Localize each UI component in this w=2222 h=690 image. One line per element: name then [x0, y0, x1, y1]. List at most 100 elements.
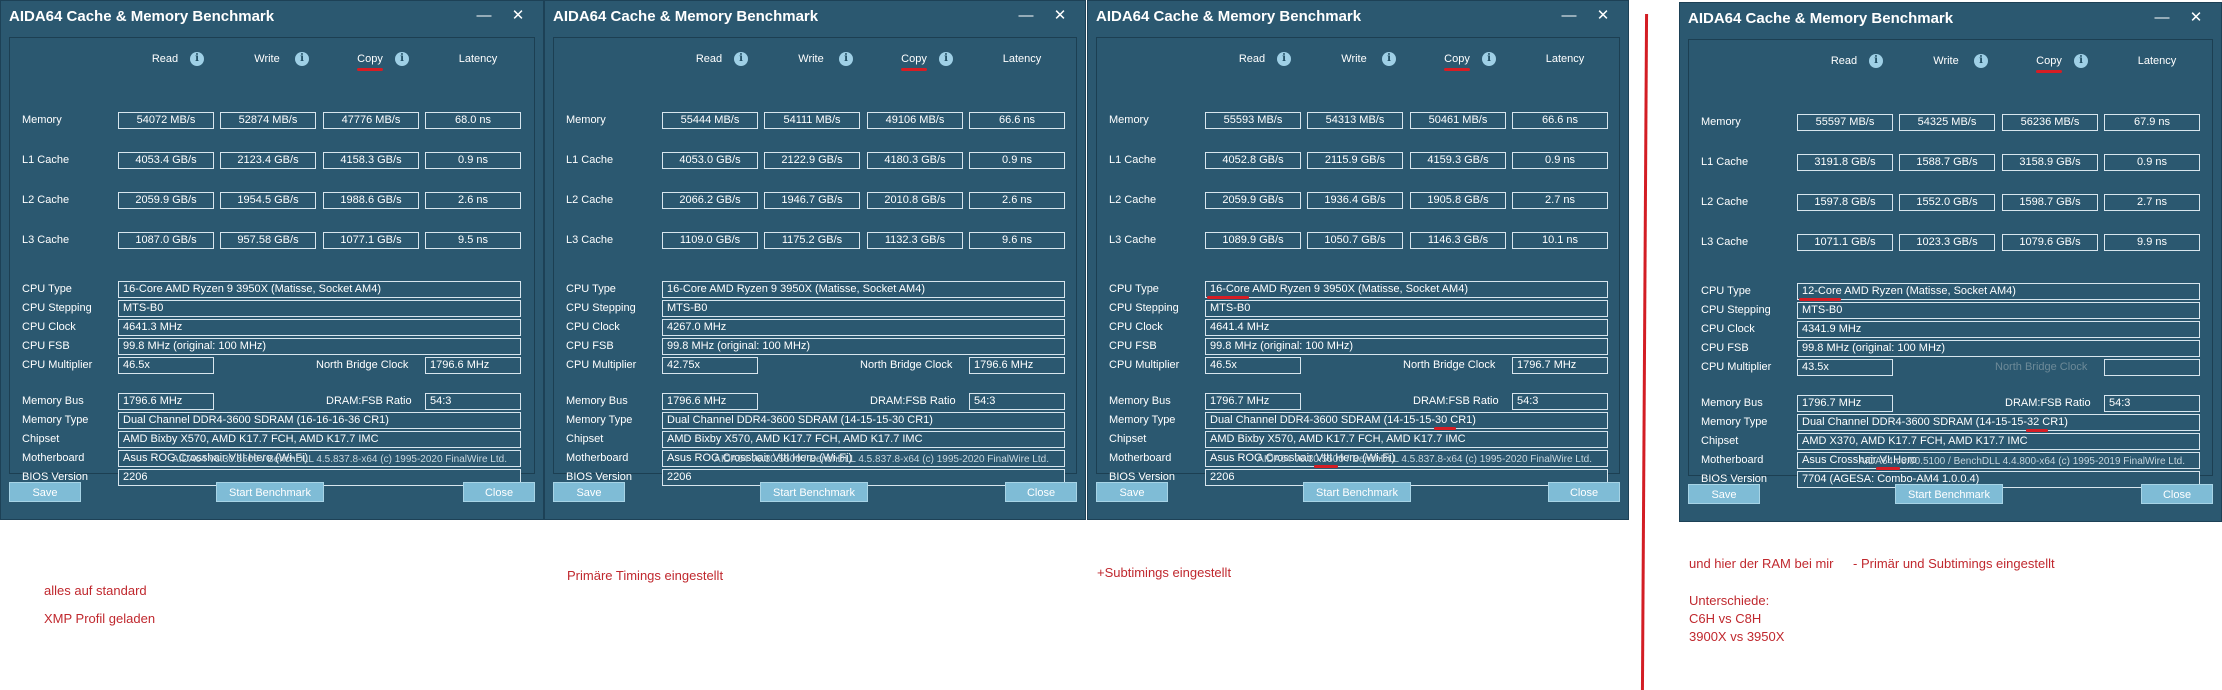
result-field-write: 1023.3 GB/s — [1899, 234, 1995, 251]
cpu-fsb-label: CPU FSB — [1701, 342, 1749, 354]
info-icon[interactable]: i — [1482, 52, 1496, 66]
info-icon[interactable]: i — [395, 52, 409, 66]
cpu-type-field: 16-Core AMD Ryzen 9 3950X (Matisse, Sock… — [662, 281, 1065, 298]
title-bar: AIDA64 Cache & Memory Benchmark — ✕ — [1, 1, 543, 33]
cpu-clock-field: 4267.0 MHz — [662, 319, 1065, 336]
dram-fsb-ratio-field: 54:3 — [1512, 393, 1608, 410]
save-button[interactable]: Save — [1688, 484, 1760, 504]
save-button[interactable]: Save — [1096, 482, 1168, 502]
column-header-write: Write — [1933, 55, 1959, 67]
north-bridge-clock-field — [2104, 359, 2200, 376]
result-field-read: 4053.4 GB/s — [118, 152, 214, 169]
memory-bus-label: Memory Bus — [1701, 397, 1763, 409]
info-icon[interactable]: i — [2074, 54, 2088, 68]
result-field-write: 2122.9 GB/s — [764, 152, 860, 169]
result-field-latency: 10.1 ns — [1512, 232, 1608, 249]
result-field-write: 54111 MB/s — [764, 112, 860, 129]
row-label: L2 Cache — [22, 194, 70, 206]
cpu-multiplier-field: 46.5x — [118, 357, 214, 374]
close-button[interactable]: Close — [1548, 482, 1620, 502]
result-field-latency: 0.9 ns — [2104, 154, 2200, 171]
save-button[interactable]: Save — [9, 482, 81, 502]
note-differences: Unterschiede: — [1689, 593, 1770, 608]
memory-bus-label: Memory Bus — [566, 395, 628, 407]
note-my-ram: und hier der RAM bei mir — [1689, 556, 1834, 571]
window-title: AIDA64 Cache & Memory Benchmark — [1688, 10, 1954, 27]
minimize-button[interactable]: — — [1013, 5, 1039, 29]
cpu-multiplier-field: 46.5x — [1205, 357, 1301, 374]
result-field-copy: 2010.8 GB/s — [867, 192, 963, 209]
motherboard-label: Motherboard — [1701, 454, 1764, 466]
result-field-read: 2059.9 GB/s — [1205, 192, 1301, 209]
cpu-type-label: CPU Type — [566, 283, 616, 295]
chipset-label: Chipset — [566, 433, 604, 445]
north-bridge-clock-label: North Bridge Clock — [860, 359, 953, 371]
start-benchmark-button[interactable]: Start Benchmark — [216, 482, 324, 502]
window-title: AIDA64 Cache & Memory Benchmark — [1096, 8, 1362, 25]
info-icon[interactable]: i — [1382, 52, 1396, 66]
info-icon[interactable]: i — [190, 52, 204, 66]
cpu-type-label: CPU Type — [1701, 285, 1751, 297]
cpu-stepping-label: CPU Stepping — [1701, 304, 1771, 316]
row-label: L1 Cache — [1109, 154, 1157, 166]
result-field-latency: 0.9 ns — [969, 152, 1065, 169]
result-field-write: 52874 MB/s — [220, 112, 316, 129]
close-button[interactable]: Close — [2141, 484, 2213, 504]
row-label: Memory — [566, 114, 606, 126]
info-icon[interactable]: i — [939, 52, 953, 66]
result-field-latency: 66.6 ns — [1512, 112, 1608, 129]
cpu-fsb-field: 99.8 MHz (original: 100 MHz) — [1797, 340, 2200, 357]
window-title: AIDA64 Cache & Memory Benchmark — [9, 8, 275, 25]
minimize-button[interactable]: — — [1556, 5, 1582, 29]
dram-fsb-ratio-label: DRAM:FSB Ratio — [1413, 395, 1499, 407]
cpu-stepping-label: CPU Stepping — [566, 302, 636, 314]
result-field-write: 2115.9 GB/s — [1307, 152, 1403, 169]
result-field-copy: 50461 MB/s — [1410, 112, 1506, 129]
memory-type-label: Memory Type — [22, 414, 89, 426]
north-bridge-clock-label: North Bridge Clock — [1995, 361, 2088, 373]
close-button[interactable]: Close — [1005, 482, 1077, 502]
red-annotation-mark — [2036, 70, 2062, 73]
red-annotation-mark — [357, 68, 383, 71]
info-icon[interactable]: i — [734, 52, 748, 66]
info-icon[interactable]: i — [1869, 54, 1883, 68]
row-label: L1 Cache — [1701, 156, 1749, 168]
benchmark-window-4: AIDA64 Cache & Memory Benchmark — ✕ Read i Wr… — [1679, 2, 2222, 522]
result-field-latency: 9.9 ns — [2104, 234, 2200, 251]
chipset-field: AMD X370, AMD K17.7 FCH, AMD K17.7 IMC — [1797, 433, 2200, 450]
result-field-latency: 66.6 ns — [969, 112, 1065, 129]
minimize-button[interactable]: — — [471, 5, 497, 29]
version-footer: AIDA64 v6.30.5500 / BenchDLL 4.5.837.8-x… — [714, 454, 1049, 465]
cpu-stepping-field: MTS-B0 — [118, 300, 521, 317]
results-panel: Read i Write i Copy i Latency Memory 55444 MB/s 5… — [553, 37, 1077, 486]
start-benchmark-button[interactable]: Start Benchmark — [1895, 484, 2003, 504]
column-header-latency: Latency — [1002, 53, 1042, 65]
column-header-latency: Latency — [458, 53, 498, 65]
close-window-button[interactable]: ✕ — [1047, 5, 1073, 29]
title-bar: AIDA64 Cache & Memory Benchmark — ✕ — [545, 1, 1085, 33]
info-icon[interactable]: i — [295, 52, 309, 66]
row-label: Memory — [1109, 114, 1149, 126]
row-label: L2 Cache — [1109, 194, 1157, 206]
close-window-button[interactable]: ✕ — [2183, 7, 2209, 31]
start-benchmark-button[interactable]: Start Benchmark — [760, 482, 868, 502]
row-label: Memory — [22, 114, 62, 126]
info-icon[interactable]: i — [1974, 54, 1988, 68]
column-header-write: Write — [798, 53, 824, 65]
results-panel: Read i Write i Copy i Latency Memory 54072 MB/s 5… — [9, 37, 535, 486]
minimize-button[interactable]: — — [2149, 7, 2175, 31]
info-icon[interactable]: i — [839, 52, 853, 66]
result-field-copy: 1077.1 GB/s — [323, 232, 419, 249]
cpu-type-label: CPU Type — [22, 283, 72, 295]
save-button[interactable]: Save — [553, 482, 625, 502]
result-field-latency: 2.6 ns — [425, 192, 521, 209]
close-button[interactable]: Close — [463, 482, 535, 502]
cpu-type-field: 16-Core AMD Ryzen 9 3950X (Matisse, Sock… — [118, 281, 521, 298]
result-field-write: 2123.4 GB/s — [220, 152, 316, 169]
version-footer: AIDA64 v6.30.5500 / BenchDLL 4.5.837.8-x… — [1257, 454, 1592, 465]
info-icon[interactable]: i — [1277, 52, 1291, 66]
start-benchmark-button[interactable]: Start Benchmark — [1303, 482, 1411, 502]
close-window-button[interactable]: ✕ — [505, 5, 531, 29]
close-window-button[interactable]: ✕ — [1590, 5, 1616, 29]
cpu-stepping-field: MTS-B0 — [1797, 302, 2200, 319]
